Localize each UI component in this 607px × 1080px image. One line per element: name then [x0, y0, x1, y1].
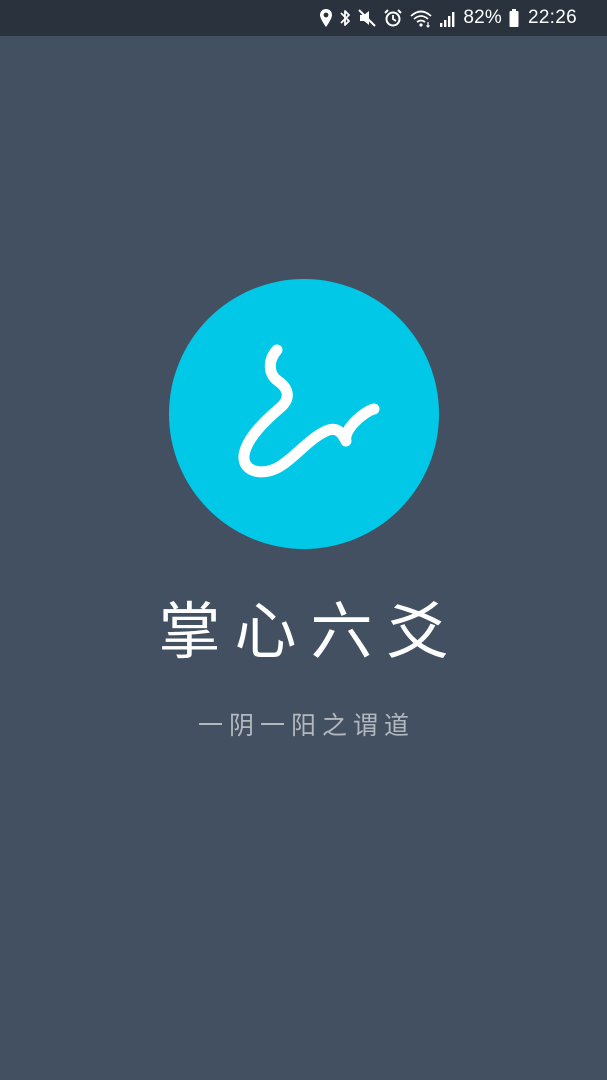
app-slogan: 一阴一阳之谓道	[197, 711, 415, 740]
battery-icon	[508, 7, 520, 29]
wifi-icon	[409, 7, 433, 29]
battery-percent: 82%	[463, 7, 502, 28]
mute-icon	[357, 7, 377, 29]
signal-icon	[439, 7, 457, 29]
clock: 22:26	[527, 7, 577, 28]
bluetooth-icon	[339, 7, 351, 29]
app-logo	[169, 279, 439, 549]
location-icon	[319, 7, 333, 29]
alarm-icon	[383, 7, 403, 29]
app-logo-icon	[238, 344, 380, 478]
app-name: 掌心六爻	[158, 595, 463, 668]
status-bar: 82% 22:26	[0, 0, 607, 36]
